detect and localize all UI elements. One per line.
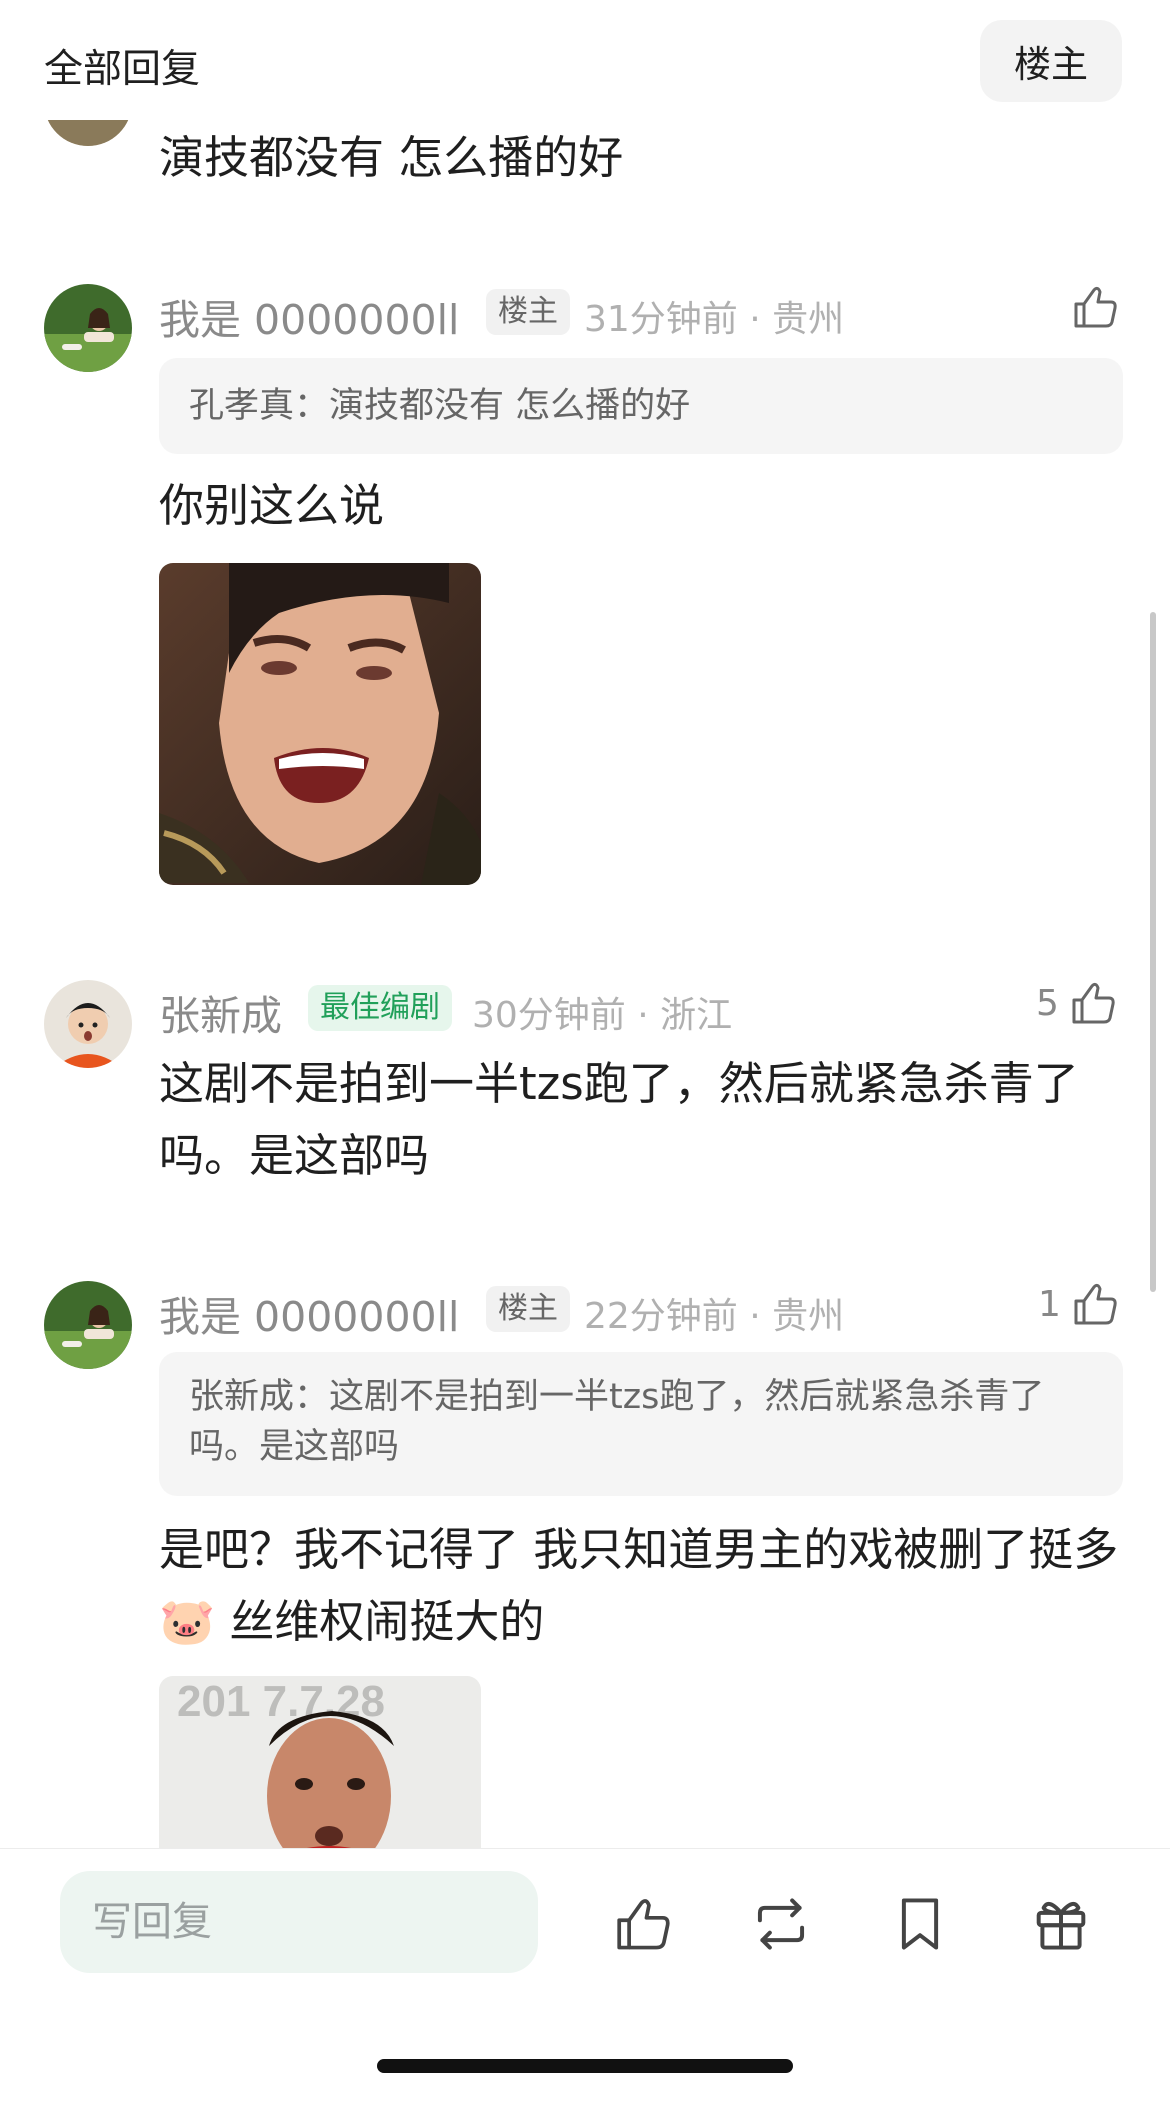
op-only-button[interactable]: 楼主	[980, 20, 1122, 102]
thumbs-up-icon[interactable]	[613, 1893, 675, 1955]
repost-icon[interactable]	[750, 1893, 812, 1955]
avatar[interactable]	[44, 980, 132, 1068]
thumbs-up-icon	[1074, 1283, 1117, 1325]
username[interactable]: 张新成	[159, 982, 282, 1042]
username[interactable]: 我是 0000000ll	[159, 1283, 459, 1343]
comment-meta: 31分钟前 · 贵州	[584, 299, 845, 340]
gift-icon[interactable]	[1030, 1893, 1092, 1955]
comment-text: 演技都没有 怎么播的好	[159, 131, 624, 184]
top-bar: 全部回复 楼主	[0, 0, 1170, 120]
bookmark-icon[interactable]	[889, 1893, 951, 1955]
comment-meta: 22分钟前 · 贵州	[584, 1296, 845, 1337]
thumbs-up-icon	[1074, 286, 1117, 328]
comment-text: 你别这么说	[159, 479, 385, 532]
username[interactable]: 我是 0000000ll	[159, 286, 459, 346]
best-writer-badge: 最佳编剧	[308, 985, 452, 1031]
like-count: 5	[1036, 982, 1059, 1024]
avatar[interactable]	[44, 284, 132, 372]
op-tag: 楼主	[486, 1286, 570, 1332]
comment-text: 这剧不是拍到一半tzs跑了，然后就紧急杀青了吗。是这部吗	[159, 1057, 1079, 1182]
page-title: 全部回复	[44, 47, 201, 92]
avatar[interactable]	[44, 1281, 132, 1369]
reply-input[interactable]: 写回复	[60, 1871, 538, 1973]
like-count: 1	[1038, 1283, 1061, 1325]
scrollbar[interactable]	[1150, 612, 1156, 1292]
like-button[interactable]: 1	[1038, 1279, 1121, 1329]
comment-text: 是吧？我不记得了 我只知道男主的戏被删了挺多 🐷 丝维权闹挺大的	[159, 1523, 1119, 1648]
like-button[interactable]	[1071, 282, 1121, 332]
op-tag: 楼主	[486, 289, 570, 335]
comment-meta: 30分钟前 · 浙江	[472, 995, 733, 1036]
home-indicator	[377, 2059, 793, 2073]
quoted-reply[interactable]: 孔孝真：演技都没有 怎么播的好	[159, 358, 1123, 454]
meme-image[interactable]: 201 7.7.28	[159, 1676, 481, 1848]
quoted-reply[interactable]: 张新成：这剧不是拍到一半tzs跑了，然后就紧急杀青了吗。是这部吗	[159, 1352, 1123, 1496]
like-button[interactable]: 5	[1036, 978, 1119, 1028]
comment-list: 演技都没有 怎么播的好 我是 0000000ll 楼主 31分钟前 · 贵州 孔…	[0, 0, 1170, 1848]
bottom-action-bar: 写回复	[0, 1848, 1170, 2102]
meme-image[interactable]	[159, 563, 481, 885]
thumbs-up-icon	[1072, 982, 1115, 1024]
